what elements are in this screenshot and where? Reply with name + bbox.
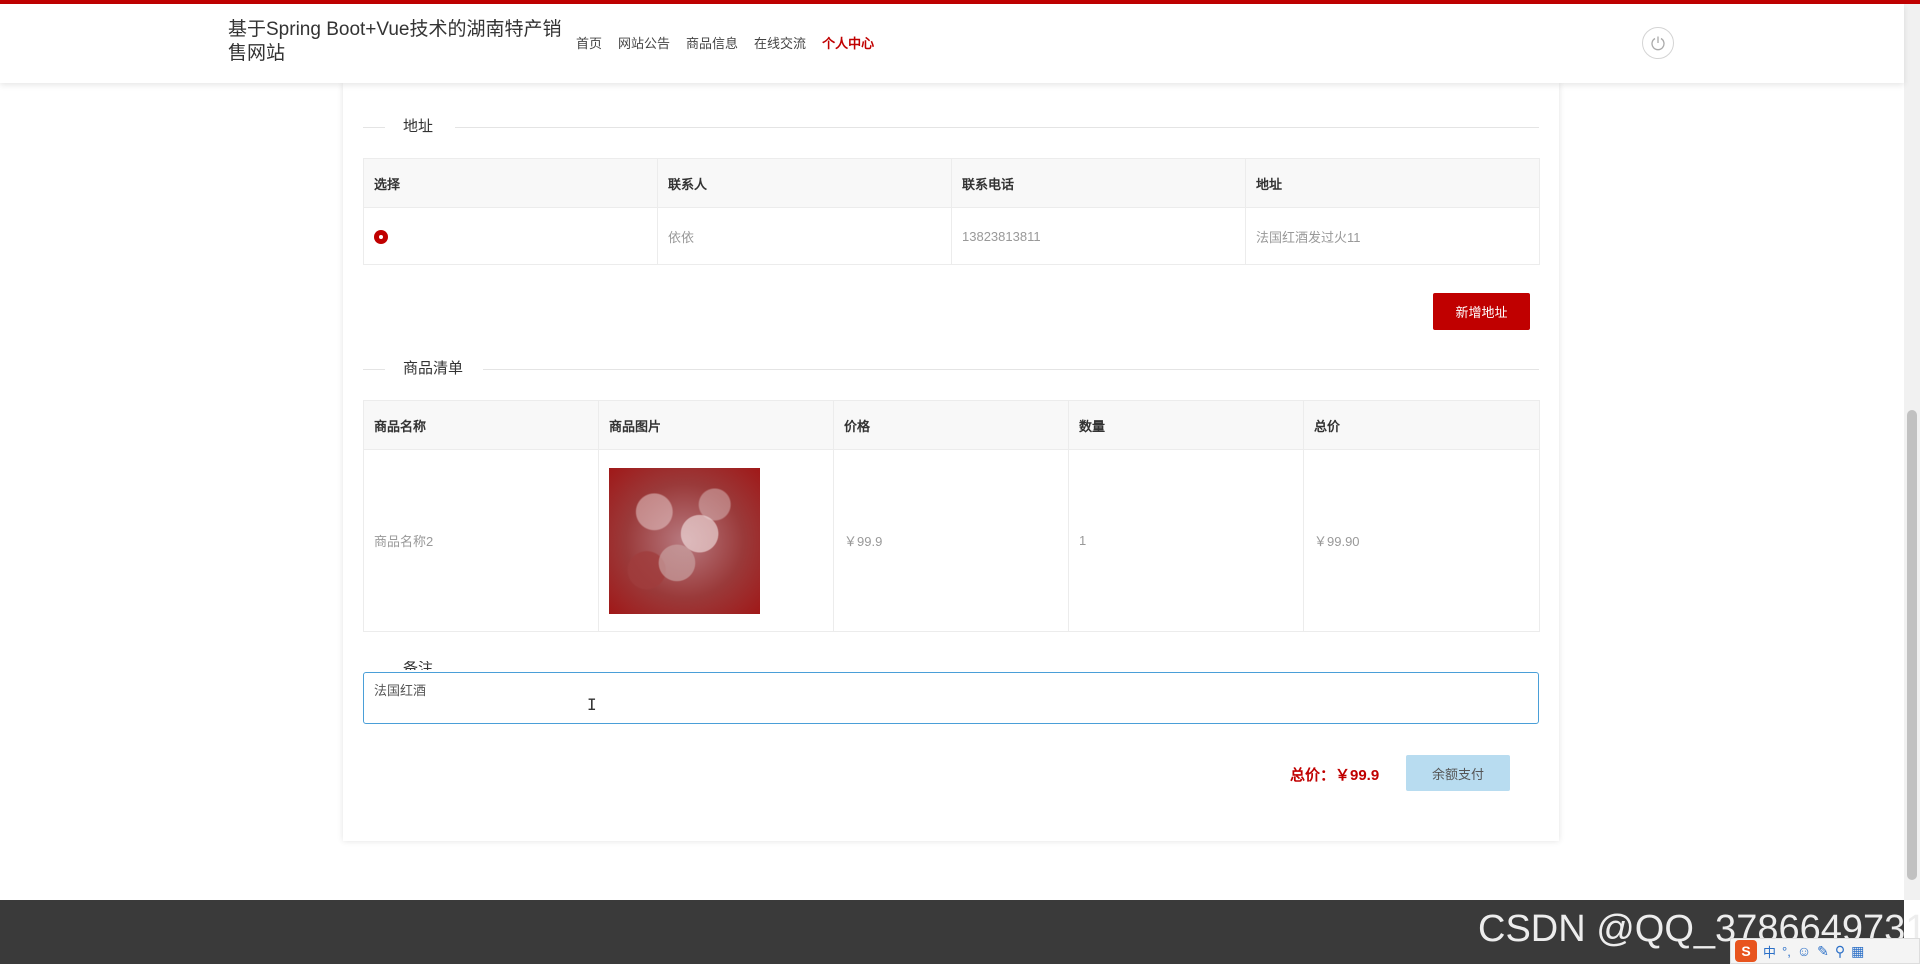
divider-line: [363, 369, 385, 370]
address-table-header: 选择 联系人 联系电话 地址: [363, 158, 1540, 208]
nav-item-personal-center[interactable]: 个人中心: [822, 34, 874, 54]
column-header: 联系电话: [951, 158, 1246, 208]
column-header: 价格: [833, 400, 1069, 450]
address-section-title: 地址: [403, 118, 434, 135]
nav-item-home[interactable]: 首页: [576, 34, 602, 54]
address-section-header: 地址: [363, 115, 1539, 139]
address-table: 选择 联系人 联系电话 地址 依依 13823813811 法国红酒发过火11: [363, 158, 1540, 265]
add-address-button[interactable]: 新增地址: [1433, 293, 1530, 330]
main-nav: 首页 网站公告 商品信息 在线交流 个人中心: [576, 34, 890, 54]
nav-item-products[interactable]: 商品信息: [686, 34, 738, 54]
column-header: 商品名称: [363, 400, 599, 450]
text-cursor-icon: I: [587, 695, 597, 714]
price-cell: ￥99.9: [833, 449, 1069, 632]
ime-toolbar[interactable]: S 中 °, ☺ ✎ ⚲ ▦: [1730, 938, 1920, 964]
smiley-icon[interactable]: ☺: [1797, 943, 1811, 959]
sogou-logo-icon[interactable]: S: [1735, 940, 1757, 962]
column-header: 数量: [1068, 400, 1304, 450]
balance-pay-button[interactable]: 余额支付: [1406, 755, 1510, 791]
checkout-card: 地址 选择 联系人 联系电话 地址 依依 13823813811 法国红酒发过火…: [343, 83, 1559, 841]
remark-input[interactable]: [363, 672, 1539, 724]
goods-table: 商品名称 商品图片 价格 数量 总价 商品名称2 ￥99.9 1 ￥99.90: [363, 400, 1540, 632]
column-header: 总价: [1303, 400, 1540, 450]
page-scrollbar-thumb[interactable]: [1907, 410, 1917, 880]
grid-icon[interactable]: ▦: [1851, 943, 1864, 960]
power-icon: [1651, 36, 1665, 51]
nav-item-chat[interactable]: 在线交流: [754, 34, 806, 54]
product-image-cell: [598, 449, 834, 632]
divider-line: [455, 127, 1539, 128]
divider-line: [483, 369, 1539, 370]
logout-button[interactable]: [1642, 27, 1674, 59]
goods-table-header: 商品名称 商品图片 价格 数量 总价: [363, 400, 1540, 450]
divider-line: [363, 127, 385, 128]
ime-punctuation-toggle[interactable]: °,: [1782, 944, 1791, 959]
site-title: 基于Spring Boot+Vue技术的湖南特产销售网站: [228, 19, 562, 64]
column-header: 商品图片: [598, 400, 834, 450]
order-total: 总价：￥99.9: [1290, 767, 1380, 784]
contact-cell: 依依: [657, 207, 952, 265]
address-radio-selected[interactable]: [374, 229, 388, 244]
nav-item-announcements[interactable]: 网站公告: [618, 34, 670, 54]
goods-section-title: 商品清单: [403, 360, 464, 377]
address-select-cell: [363, 207, 658, 265]
microphone-icon[interactable]: ⚲: [1835, 943, 1845, 960]
remark-label: 备注: [403, 661, 434, 670]
product-image: [609, 467, 760, 614]
column-header: 地址: [1245, 158, 1540, 208]
pen-icon[interactable]: ✎: [1817, 943, 1829, 960]
product-name-cell: 商品名称2: [363, 449, 599, 632]
ime-mode-toggle[interactable]: 中: [1763, 942, 1776, 961]
quantity-cell: 1: [1068, 449, 1304, 632]
goods-section-header: 商品清单: [363, 357, 1539, 381]
line-total-cell: ￥99.90: [1303, 449, 1540, 632]
column-header: 联系人: [657, 158, 952, 208]
site-header: 基于Spring Boot+Vue技术的湖南特产销售网站 首页 网站公告 商品信…: [0, 4, 1904, 83]
phone-cell: 13823813811: [951, 207, 1246, 265]
table-row: 依依 13823813811 法国红酒发过火11: [363, 207, 1540, 265]
address-cell: 法国红酒发过火11: [1245, 207, 1540, 265]
column-header: 选择: [363, 158, 658, 208]
table-row: 商品名称2 ￥99.9 1 ￥99.90: [363, 449, 1540, 632]
